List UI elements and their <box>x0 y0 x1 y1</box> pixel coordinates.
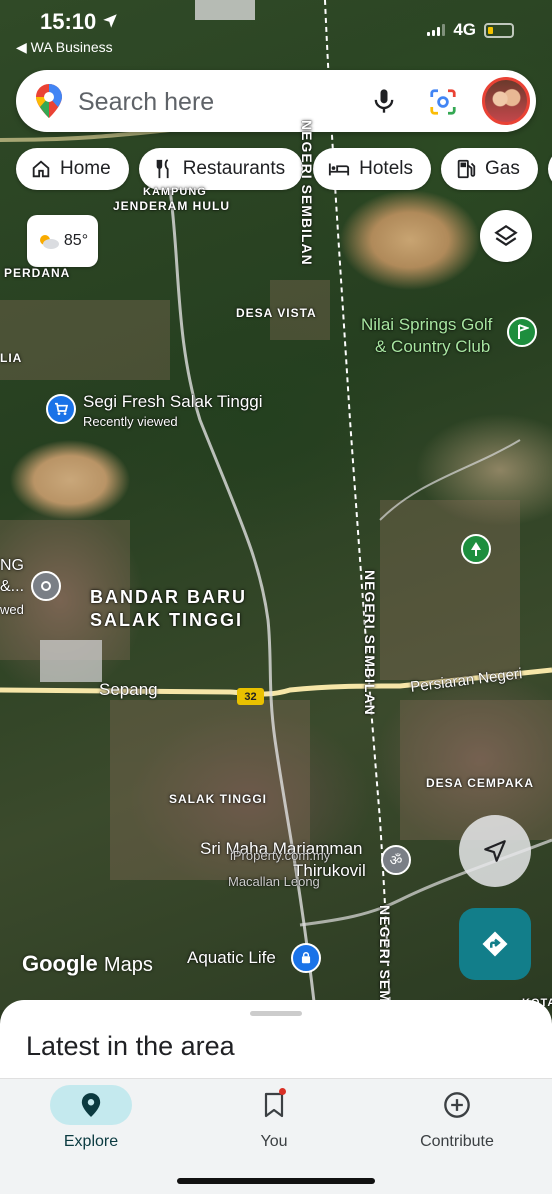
battery-icon <box>484 22 514 38</box>
nav-label: Explore <box>63 1133 119 1150</box>
map-label-poi[interactable]: Segi Fresh Salak Tinggi <box>83 392 263 412</box>
map-label: PERDANA <box>4 266 71 280</box>
chip-restaurants[interactable]: Restaurants <box>138 148 304 190</box>
bottom-navigation: Explore You Contribute <box>0 1078 552 1194</box>
nav-explore[interactable]: Explore <box>16 1085 166 1151</box>
map-label-poi[interactable]: Nilai Springs Golf <box>361 314 492 336</box>
map-label-road: Sepang <box>99 680 158 699</box>
bookmark-icon <box>264 1092 284 1118</box>
nav-contribute-icon-wrap <box>416 1085 498 1125</box>
nav-you-icon-wrap <box>233 1085 315 1125</box>
location-arrow-icon <box>101 12 119 35</box>
place-icon[interactable] <box>31 571 61 601</box>
layers-button[interactable] <box>480 210 532 262</box>
maps-wordmark: Maps <box>103 954 153 976</box>
park-icon[interactable] <box>461 534 491 564</box>
search-bar[interactable]: Search here <box>16 70 536 132</box>
nav-explore-icon-wrap <box>50 1085 132 1125</box>
map-label-state: NEGERI SEM <box>377 905 393 1003</box>
chip-more[interactable] <box>547 148 552 190</box>
microphone-icon[interactable] <box>370 86 398 121</box>
google-lens-icon[interactable] <box>428 87 458 122</box>
nav-label: You <box>260 1133 288 1150</box>
category-chips: Home Restaurants Hotels Gas <box>16 148 552 190</box>
map-label-area: SALAK TINGGI <box>90 610 243 630</box>
map-label-state: NEGERI SEMBILAN <box>299 120 315 266</box>
map-label-sub: Recently viewed <box>83 414 178 429</box>
watermark: Macallan Leong <box>228 874 320 889</box>
map-label: JENDERAM HULU <box>113 199 231 213</box>
status-bar: 15:10 ◀ WA Business 4G <box>0 0 552 60</box>
chip-label: Hotels <box>359 158 413 179</box>
chip-label: Restaurants <box>182 158 286 179</box>
my-location-button[interactable] <box>459 815 531 887</box>
map-label-state: NEGERI SEMBILAN <box>362 570 378 716</box>
map-label-poi[interactable]: Aquatic Life <box>187 948 276 968</box>
golf-icon[interactable] <box>507 317 537 347</box>
shopping-icon[interactable] <box>291 943 321 973</box>
chip-hotels[interactable]: Hotels <box>313 148 431 190</box>
nav-you[interactable]: You <box>199 1085 349 1151</box>
status-time: 15:10 <box>40 9 97 34</box>
signal-icon <box>427 24 446 36</box>
map-label: KAMPUNG <box>143 186 207 198</box>
map-label: DESA CEMPAKA <box>426 776 535 790</box>
layers-icon <box>494 224 518 246</box>
map-label-poi[interactable]: NG <box>0 557 24 575</box>
weather-temp: 85° <box>63 232 89 249</box>
partly-cloudy-icon <box>39 235 59 249</box>
weather-badge[interactable]: 85° <box>27 215 98 267</box>
highway-shield: 32 <box>237 688 264 705</box>
google-maps-logo: Google Maps <box>22 951 153 977</box>
search-input[interactable]: Search here <box>78 88 214 117</box>
back-to-app-link[interactable]: ◀ WA Business <box>16 39 113 56</box>
navigation-arrow-icon <box>484 840 506 862</box>
map-label: SALAK TINGGI <box>169 792 267 806</box>
home-icon <box>32 160 50 178</box>
hotel-icon <box>329 163 350 176</box>
add-circle-icon <box>444 1092 470 1118</box>
google-wordmark: Google <box>22 951 98 976</box>
chip-label: Home <box>60 158 111 179</box>
profile-avatar[interactable] <box>482 77 530 125</box>
nav-label: Contribute <box>420 1133 494 1150</box>
network-type: 4G <box>453 20 476 39</box>
sheet-title: Latest in the area <box>26 1031 235 1061</box>
map-label-poi[interactable]: &... <box>0 578 24 596</box>
map-label: LIA <box>0 351 23 365</box>
chip-gas[interactable]: Gas <box>441 148 538 190</box>
nav-contribute[interactable]: Contribute <box>382 1085 532 1151</box>
temple-icon[interactable]: ॐ <box>381 845 411 875</box>
gas-icon <box>457 159 476 179</box>
directions-button[interactable] <box>459 908 531 980</box>
map-label-poi[interactable]: & Country Club <box>375 336 490 358</box>
map-view[interactable]: 15:10 ◀ WA Business 4G Search here Home … <box>0 0 552 1010</box>
map-label-area: BANDAR BARU <box>90 587 247 607</box>
map-label: DESA VISTA <box>236 306 317 320</box>
bottom-sheet[interactable]: Latest in the area <box>0 1000 552 1080</box>
home-indicator[interactable] <box>177 1178 375 1184</box>
map-label-sub: wed <box>0 602 24 617</box>
restaurant-icon <box>156 159 169 179</box>
location-pin-icon <box>81 1093 101 1117</box>
chip-home[interactable]: Home <box>16 148 129 190</box>
notification-dot <box>279 1088 286 1095</box>
shopping-cart-icon[interactable] <box>46 394 76 424</box>
watermark: iProperty.com.my <box>230 848 331 863</box>
directions-icon <box>482 931 508 957</box>
sheet-drag-handle[interactable] <box>250 1011 302 1016</box>
chip-label: Gas <box>485 158 520 179</box>
google-maps-pin-icon <box>36 84 62 123</box>
